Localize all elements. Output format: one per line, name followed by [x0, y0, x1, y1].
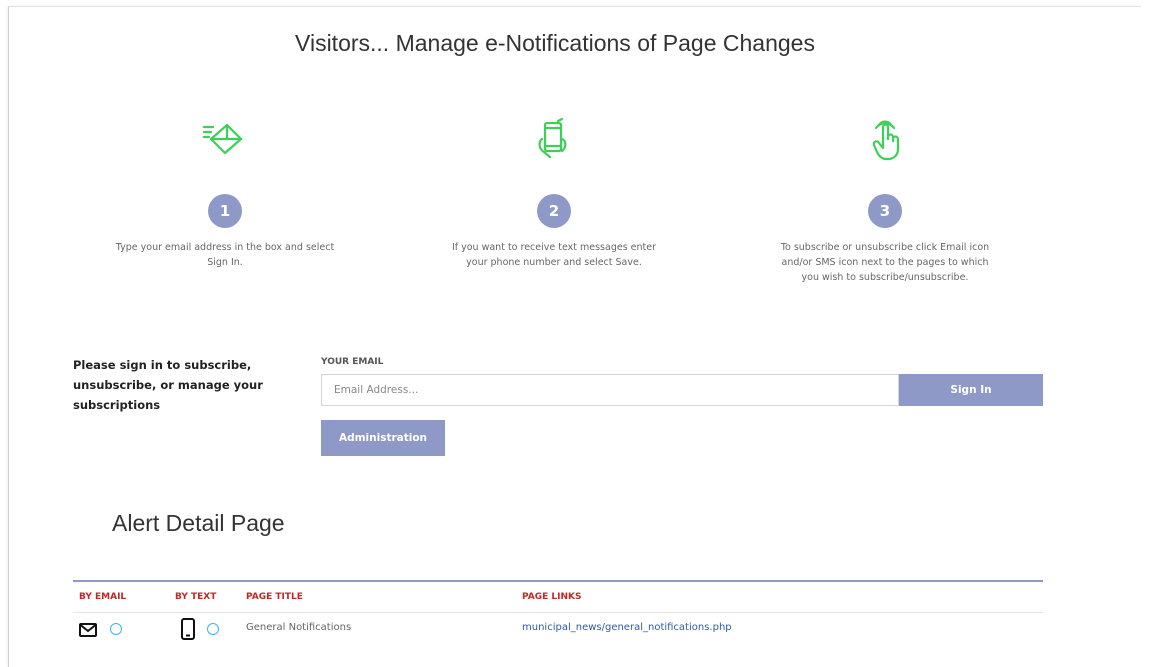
step-text: To subscribe or unsubscribe click Email …	[780, 242, 990, 283]
step-1: 1 Type your email address in the box and…	[95, 112, 355, 270]
page-frame	[8, 6, 1141, 667]
step-text: Type your email address in the box and s…	[115, 242, 335, 268]
column-page-links: PAGE LINKS	[522, 592, 582, 602]
column-by-text: BY TEXT	[175, 592, 217, 602]
page-title-cell: General Notifications	[246, 622, 352, 633]
table-row: General Notifications municipal_news/gen…	[73, 613, 1043, 647]
column-page-title: PAGE TITLE	[246, 592, 303, 602]
alert-detail-title: Alert Detail Page	[112, 510, 285, 536]
email-label: YOUR EMAIL	[321, 357, 384, 367]
step-number: 2	[537, 194, 571, 228]
step-number: 3	[868, 194, 902, 228]
phone-hand-icon	[424, 112, 684, 168]
step-3: 3 To subscribe or unsubscribe click Emai…	[755, 112, 1015, 285]
email-input[interactable]	[321, 374, 899, 406]
alerts-table: BY EMAIL BY TEXT PAGE TITLE PAGE LINKS G…	[73, 580, 1043, 647]
text-subscribe-radio[interactable]	[207, 623, 219, 635]
administration-button[interactable]: Administration	[321, 420, 445, 456]
email-icon[interactable]	[79, 622, 97, 641]
step-number: 1	[208, 194, 242, 228]
sign-in-button[interactable]: Sign In	[899, 374, 1043, 406]
page-link[interactable]: municipal_news/general_notifications.php	[522, 622, 732, 633]
mobile-phone-icon[interactable]	[181, 618, 195, 644]
envelope-send-icon	[95, 112, 355, 168]
tap-hand-icon	[755, 112, 1015, 168]
column-by-email: BY EMAIL	[79, 592, 127, 602]
step-2: 2 If you want to receive text messages e…	[424, 112, 684, 270]
email-subscribe-radio[interactable]	[110, 623, 122, 635]
signin-note: Please sign in to subscribe, unsubscribe…	[73, 358, 263, 412]
step-text: If you want to receive text messages ent…	[451, 242, 657, 268]
page-title: Visitors... Manage e-Notifications of Pa…	[295, 30, 815, 56]
table-header: BY EMAIL BY TEXT PAGE TITLE PAGE LINKS	[73, 580, 1043, 613]
